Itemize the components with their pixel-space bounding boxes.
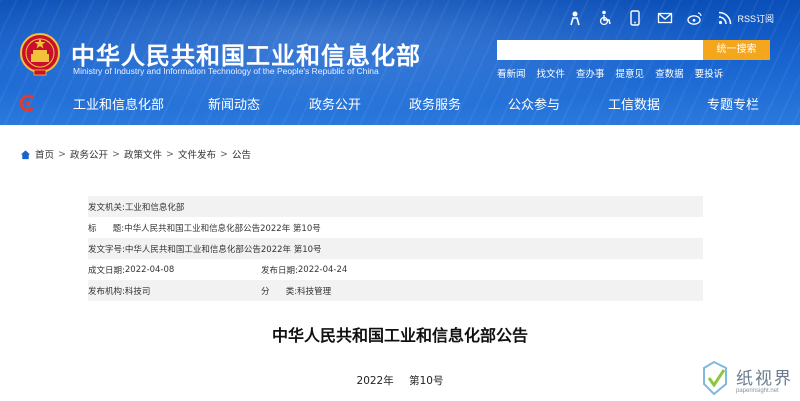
breadcrumb-separator: > xyxy=(58,148,66,160)
top-utility-icons: RSS订阅 xyxy=(567,10,774,26)
info-row-title: 标 题: 中华人民共和国工业和信息化部公告2022年 第10号 xyxy=(88,217,703,238)
nav-item-gov-affairs[interactable]: 政务公开 xyxy=(309,94,361,113)
document-issue-number: 第10号 xyxy=(409,375,444,387)
quick-link-files[interactable]: 找文件 xyxy=(537,66,566,80)
nav-item-gov-services[interactable]: 政务服务 xyxy=(409,94,461,113)
mobile-icon[interactable] xyxy=(627,10,643,26)
org-value: 科技司 xyxy=(124,286,151,297)
issuer-label: 发文机关: xyxy=(88,202,125,213)
info-row-issuer: 发文机关: 工业和信息化部 xyxy=(88,196,703,217)
doc-number-label: 发文字号: xyxy=(88,244,125,255)
wheelchair-icon[interactable] xyxy=(597,10,613,26)
info-row-doc-number: 发文字号: 中华人民共和国工业和信息化部公告2022年 第10号 xyxy=(88,238,703,259)
created-date-label: 成文日期: xyxy=(88,265,125,276)
breadcrumb-separator: > xyxy=(112,148,120,160)
info-row-dates: 成文日期: 2022-04-08 发布日期: 2022-04-24 xyxy=(88,259,703,280)
breadcrumb-gov-affairs[interactable]: 政务公开 xyxy=(70,147,108,161)
accessibility-elder-icon[interactable] xyxy=(567,10,583,26)
quick-links: 看新闻 找文件 查办事 提意见 查数据 要投诉 xyxy=(497,66,723,80)
document-number: 2022年 第10号 xyxy=(0,373,800,388)
ministry-logo-icon[interactable] xyxy=(18,93,38,113)
document-info-table: 发文机关: 工业和信息化部 标 题: 中华人民共和国工业和信息化部公告2022年… xyxy=(88,196,703,301)
home-icon xyxy=(20,149,31,159)
category-label: 分 类: xyxy=(261,286,298,297)
main-nav: 工业和信息化部 新闻动态 政务公开 政务服务 公众参与 工信数据 专题专栏 xyxy=(0,88,800,118)
published-date-value: 2022-04-24 xyxy=(297,264,348,275)
nav-item-data[interactable]: 工信数据 xyxy=(608,94,660,113)
quick-link-feedback[interactable]: 提意见 xyxy=(616,66,645,80)
nav-item-ministry[interactable]: 工业和信息化部 xyxy=(73,94,164,113)
breadcrumb-notice[interactable]: 公告 xyxy=(232,147,251,161)
breadcrumb: 首页 > 政务公开 > 政策文件 > 文件发布 > 公告 xyxy=(20,147,251,161)
national-emblem-icon xyxy=(20,33,60,76)
info-row-org: 发布机构: 科技司 分 类: 科技管理 xyxy=(88,280,703,301)
breadcrumb-home[interactable]: 首页 xyxy=(35,147,54,161)
quick-link-news[interactable]: 看新闻 xyxy=(497,66,526,80)
doc-number-value: 中华人民共和国工业和信息化部公告2022年 第10号 xyxy=(124,244,322,255)
breadcrumb-file-release[interactable]: 文件发布 xyxy=(178,147,216,161)
nav-item-news[interactable]: 新闻动态 xyxy=(208,94,260,113)
breadcrumb-separator: > xyxy=(219,148,228,160)
weibo-icon[interactable] xyxy=(687,10,703,26)
quick-link-complaint[interactable]: 要投诉 xyxy=(695,66,724,80)
breadcrumb-policy-files[interactable]: 政策文件 xyxy=(124,147,162,161)
site-subtitle: Ministry of Industry and Information Tec… xyxy=(73,66,379,76)
search-input[interactable] xyxy=(497,40,703,60)
site-header: 中华人民共和国工业和信息化部 Ministry of Industry and … xyxy=(0,0,800,125)
document-title: 中华人民共和国工业和信息化部公告 xyxy=(271,326,528,345)
quick-link-services[interactable]: 查办事 xyxy=(576,66,605,80)
org-label: 发布机构: xyxy=(88,286,125,297)
issuer-value: 工业和信息化部 xyxy=(124,202,185,213)
category-value: 科技管理 xyxy=(297,286,332,297)
title-label: 标 题: xyxy=(88,223,125,234)
nav-item-public-participation[interactable]: 公众参与 xyxy=(508,94,560,113)
rss-icon[interactable] xyxy=(717,10,733,26)
published-date-label: 发布日期: xyxy=(261,265,298,276)
breadcrumb-separator: > xyxy=(165,148,174,160)
title-value: 中华人民共和国工业和信息化部公告2022年 第10号 xyxy=(124,223,321,234)
search-button[interactable]: 统一搜索 xyxy=(703,40,770,60)
document-year: 2022年 xyxy=(356,375,394,387)
watermark-url: paperinsight.net xyxy=(736,388,779,394)
page: 中华人民共和国工业和信息化部 Ministry of Industry and … xyxy=(0,0,800,401)
quick-link-data[interactable]: 查数据 xyxy=(655,66,684,80)
created-date-value: 2022-04-08 xyxy=(124,264,175,275)
watermark-text: 纸视界 xyxy=(736,369,793,389)
rss-label[interactable]: RSS订阅 xyxy=(737,12,774,25)
mail-icon[interactable] xyxy=(657,10,673,26)
nav-item-topics[interactable]: 专题专栏 xyxy=(707,94,759,113)
